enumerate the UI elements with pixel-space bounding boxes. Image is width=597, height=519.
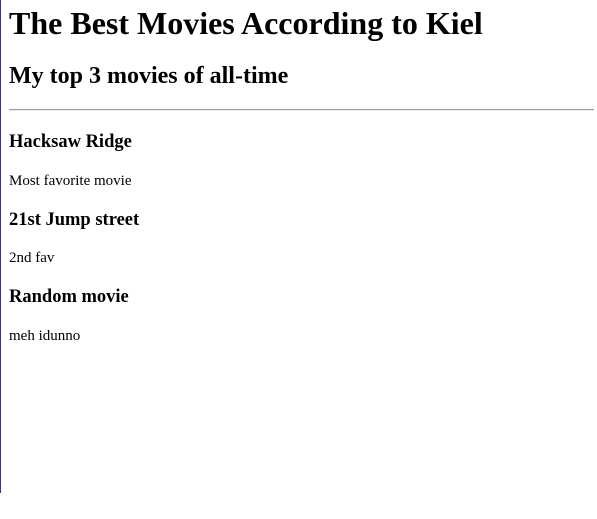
movie-title: Random movie bbox=[9, 287, 129, 307]
movie-title: Hacksaw Ridge bbox=[9, 132, 132, 152]
page-title: The Best Movies According to Kiel bbox=[9, 5, 483, 41]
horizontal-divider bbox=[9, 109, 594, 111]
page-subtitle: My top 3 movies of all-time bbox=[9, 63, 289, 89]
movie-title: 21st Jump street bbox=[9, 210, 140, 230]
movie-description: 2nd fav bbox=[9, 250, 55, 266]
window-left-edge bbox=[0, 0, 1, 493]
movie-description: meh idunno bbox=[9, 328, 81, 344]
movie-description: Most favorite movie bbox=[9, 173, 132, 189]
